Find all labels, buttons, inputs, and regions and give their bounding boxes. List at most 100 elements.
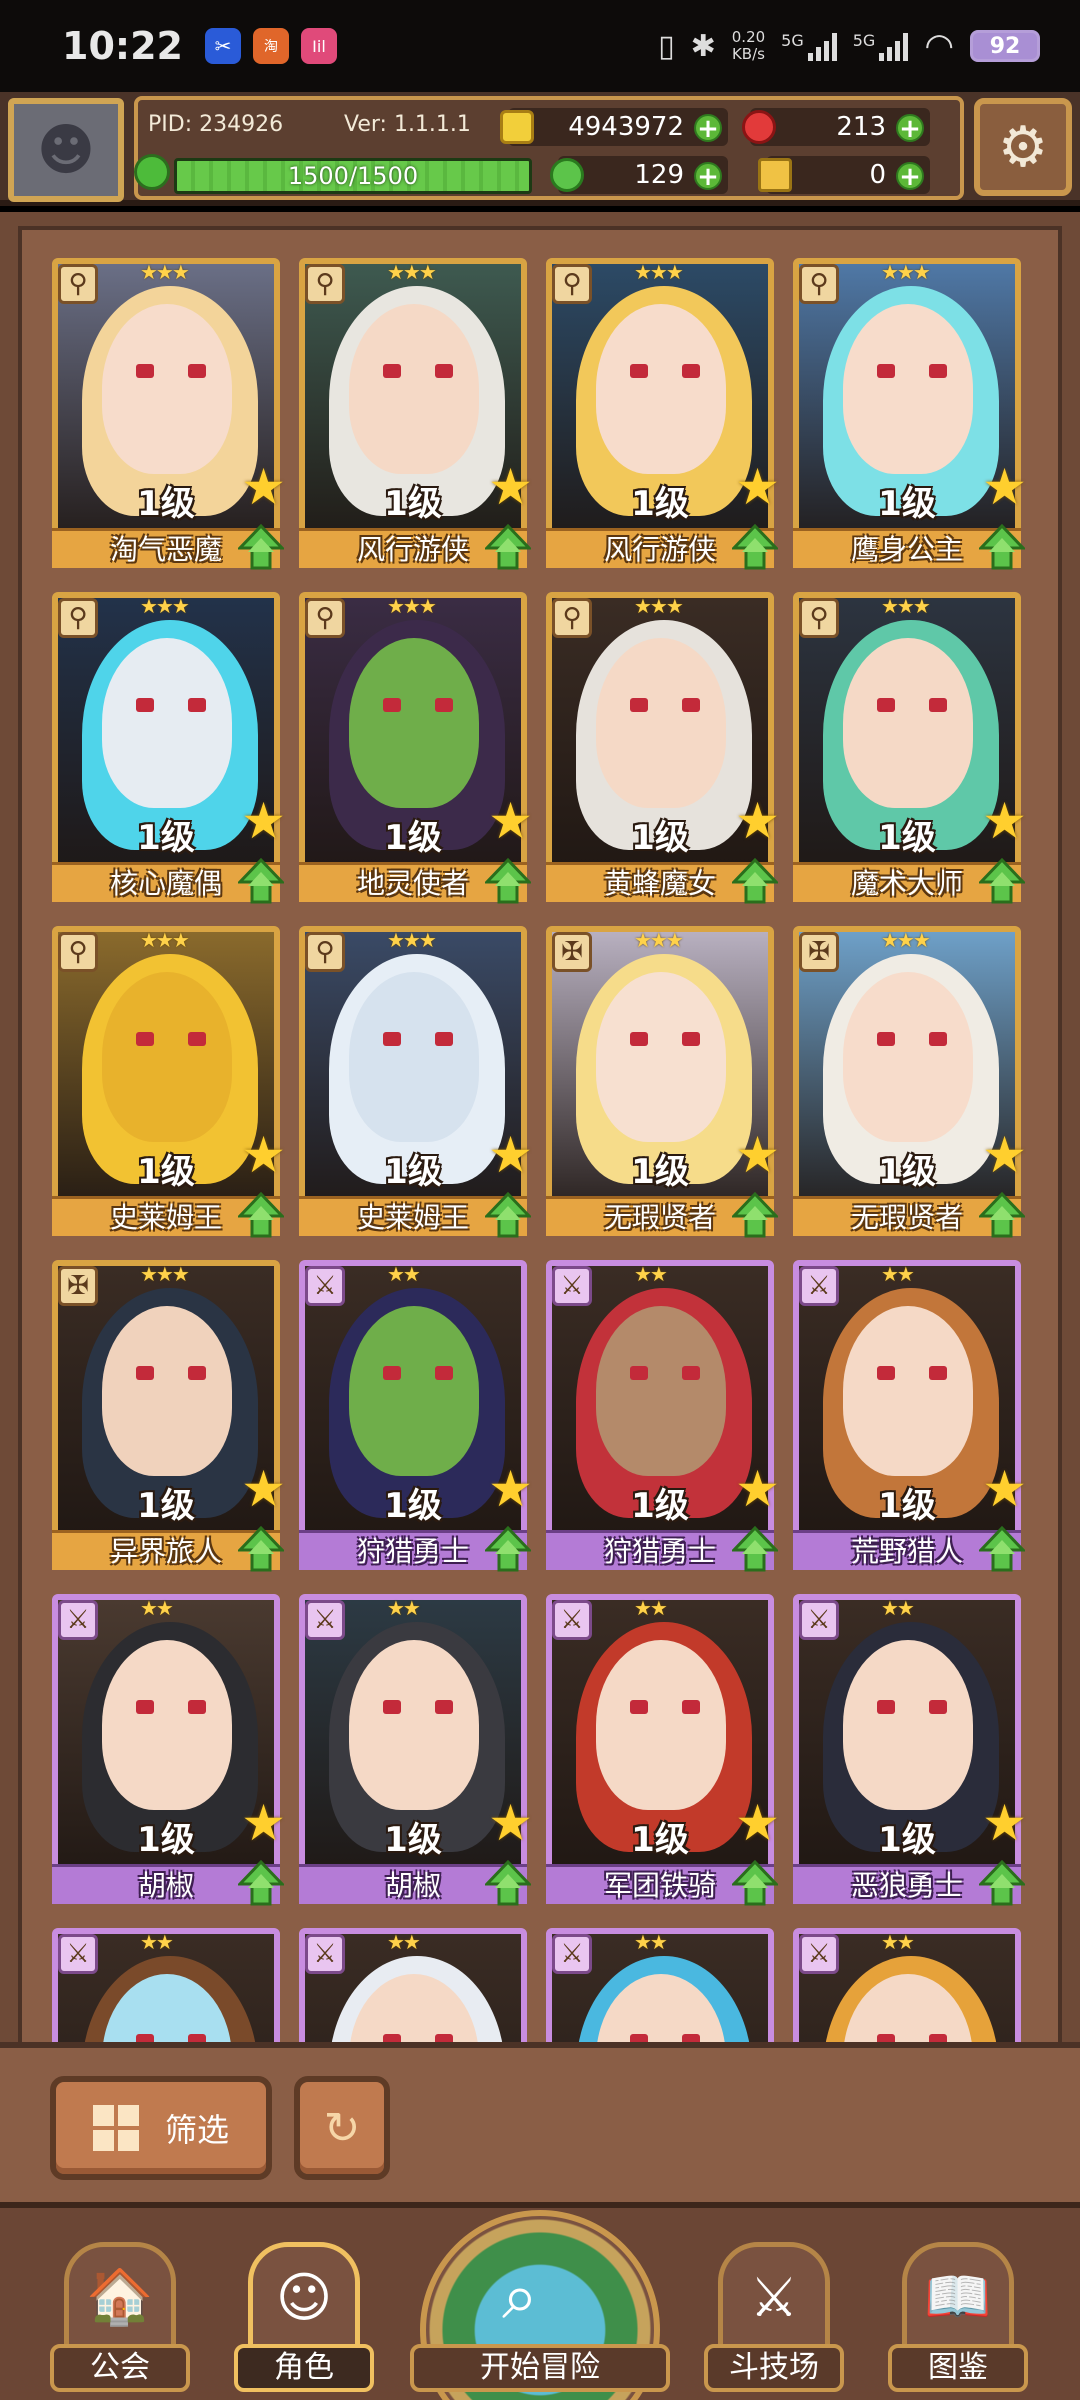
hero-card[interactable]: ⚲ ★★★ 1级 核心魔偶 ★ xyxy=(52,592,286,904)
reset-button[interactable]: ↻ xyxy=(294,2076,390,2180)
gold-coin-icon xyxy=(500,110,534,144)
hero-card[interactable]: ⚔ ★★ xyxy=(546,1928,774,2056)
class-sword-icon: ⚔ xyxy=(58,1934,98,1974)
hero-card[interactable]: ⚲ ★★★ 1级 史莱姆王 ★ xyxy=(299,926,533,1238)
star-upgrade-icon: ★ xyxy=(982,1126,1027,1184)
hero-card[interactable]: ⚲ ★★★ 1级 黄蜂魔女 ★ xyxy=(546,592,780,904)
level-up-arrow-icon xyxy=(238,1192,284,1238)
rarity-stars-icon: ★★ xyxy=(387,1930,421,1954)
hero-list-scroll[interactable]: ⚲ ★★★ 1级 淘气恶魔 ★ ⚲ ★★★ 1级 风行游侠 ★ ⚲ ★★★ 1级 风行游侠 ★ ⚲ ★★★ 1级鹰… xyxy=(18,226,1062,2056)
add-gold-button[interactable]: + xyxy=(694,114,722,142)
nav-arena[interactable]: ⚔ 斗技场 xyxy=(704,2242,844,2392)
class-wand-icon: ⚲ xyxy=(305,598,345,638)
class-staff-icon: ⚲ xyxy=(799,264,839,304)
net-speed: 0.20 KB/s xyxy=(731,28,766,63)
player-avatar[interactable]: ☻ xyxy=(8,98,124,202)
status-bar: 10:22 ✂ 淘 Iil ▯ ✱ 0.20 KB/s 5G 5G ◠ 92 xyxy=(0,0,1080,92)
class-sword-icon: ⚔ xyxy=(799,1600,839,1640)
nav-character[interactable]: ☺ 角色 xyxy=(234,2242,374,2392)
energy-label: 1500/1500 xyxy=(287,162,419,190)
star-upgrade-icon: ★ xyxy=(735,1794,780,1852)
settings-gear-button[interactable]: ⚙ xyxy=(974,98,1072,196)
hero-card[interactable]: ⚲ ★★★ 1级 鹰身公主 ★ xyxy=(793,258,1027,570)
gear-icon: ⚙ xyxy=(997,114,1049,180)
hero-card[interactable]: ⚔ ★★ 1级 荒野猎人 ★ xyxy=(793,1260,1027,1572)
signal-icon-2: 5G xyxy=(853,31,909,61)
hero-card[interactable]: ⚲ ★★★ 1级 风行游侠 ★ xyxy=(299,258,533,570)
wifi-icon: ◠ xyxy=(924,26,954,66)
level-up-arrow-icon xyxy=(732,1192,778,1238)
character-face-icon: ☺ xyxy=(248,2242,360,2352)
hero-board: ⚲ ★★★ 1级 淘气恶魔 ★ ⚲ ★★★ 1级 风行游侠 ★ ⚲ ★★★ 1级 风行游侠 ★ ⚲ ★★★ 1级鹰… xyxy=(0,212,1080,2056)
level-up-arrow-icon xyxy=(979,524,1025,570)
hero-card[interactable]: ✠ ★★★ 1级 无瑕贤者 ★ xyxy=(546,926,780,1238)
class-wand-icon: ⚲ xyxy=(58,932,98,972)
rarity-stars-icon: ★★ xyxy=(634,1596,668,1620)
rarity-stars-icon: ★★★ xyxy=(881,594,931,618)
crossed-swords-icon: ⚔ xyxy=(718,2242,830,2352)
hero-card[interactable]: ⚔ ★★ xyxy=(52,1928,280,2056)
hero-card[interactable]: ⚔ ★★ 1级 恶狼勇士 ★ xyxy=(793,1594,1027,1906)
hero-card[interactable]: ⚔ ★★ 1级 军团铁骑 ★ xyxy=(546,1594,780,1906)
hero-card[interactable]: ⚲ ★★★ 1级 风行游侠 ★ xyxy=(546,258,780,570)
class-sword-icon: ⚔ xyxy=(305,1934,345,1974)
player-info-panel: PID: 234926 Ver: 1.1.1.1 4943972 + 213 +… xyxy=(134,96,964,200)
rarity-stars-icon: ★★ xyxy=(881,1262,915,1286)
rarity-stars-icon: ★★ xyxy=(140,1596,174,1620)
star-upgrade-icon: ★ xyxy=(241,792,286,850)
level-up-arrow-icon xyxy=(732,1526,778,1572)
level-up-arrow-icon xyxy=(485,1860,531,1906)
energy-bar: 1500/1500 xyxy=(174,158,532,194)
level-up-arrow-icon xyxy=(979,1860,1025,1906)
hero-card[interactable]: ⚲ ★★★ 1级 淘气恶魔 ★ xyxy=(52,258,286,570)
hero-card[interactable]: ⚔ ★★ 1级 胡椒 ★ xyxy=(299,1594,533,1906)
class-cross-icon: ✠ xyxy=(58,1266,98,1306)
hero-card[interactable]: ✠ ★★★ 1级 无瑕贤者 ★ xyxy=(793,926,1027,1238)
star-upgrade-icon: ★ xyxy=(735,458,780,516)
gold-counter: 4943972 + xyxy=(500,108,728,146)
hero-card[interactable]: ⚔ ★★ 1级 狩猎勇士 ★ xyxy=(299,1260,533,1572)
class-wand-icon: ⚲ xyxy=(552,598,592,638)
battery-indicator: 92 xyxy=(970,30,1040,62)
clover-icon xyxy=(550,158,584,192)
app-icon-pink: Iil xyxy=(300,28,337,64)
add-clover-button[interactable]: + xyxy=(694,162,722,190)
hero-card[interactable]: ⚲ ★★★ 1级 史莱姆王 ★ xyxy=(52,926,286,1238)
star-upgrade-icon: ★ xyxy=(735,1460,780,1518)
star-upgrade-icon: ★ xyxy=(488,458,533,516)
hero-card[interactable]: ⚔ ★★ 1级 胡椒 ★ xyxy=(52,1594,286,1906)
star-upgrade-icon: ★ xyxy=(241,458,286,516)
nav-guild[interactable]: 🏠 公会 xyxy=(50,2242,190,2392)
class-sword-icon: ⚔ xyxy=(552,1266,592,1306)
hero-card[interactable]: ⚔ ★★ xyxy=(793,1928,1021,2056)
hero-card[interactable]: ⚔ ★★ xyxy=(299,1928,527,2056)
class-sword-icon: ⚔ xyxy=(552,1934,592,1974)
key-icon xyxy=(758,158,792,192)
filter-toolbar: 筛选 ↻ xyxy=(0,2042,1080,2202)
add-keys-button[interactable]: + xyxy=(896,162,924,190)
class-staff-icon: ⚲ xyxy=(58,264,98,304)
add-gems-button[interactable]: + xyxy=(896,114,924,142)
level-up-arrow-icon xyxy=(979,1526,1025,1572)
player-header: ☻ PID: 234926 Ver: 1.1.1.1 4943972 + 213… xyxy=(0,92,1080,206)
hero-card[interactable]: ✠ ★★★ 1级 异界旅人 ★ xyxy=(52,1260,286,1572)
refresh-icon: ↻ xyxy=(323,2102,361,2154)
class-wand-icon: ⚲ xyxy=(799,598,839,638)
filter-button[interactable]: 筛选 xyxy=(50,2076,272,2180)
level-up-arrow-icon xyxy=(979,1192,1025,1238)
magnifier-icon: ⌕ xyxy=(502,2260,538,2334)
rarity-stars-icon: ★★★ xyxy=(634,594,684,618)
star-upgrade-icon: ★ xyxy=(735,1126,780,1184)
star-upgrade-icon: ★ xyxy=(982,458,1027,516)
start-adventure-button[interactable]: ⌕ 开始冒险 xyxy=(410,2210,670,2400)
nav-codex[interactable]: 📖 图鉴 xyxy=(888,2242,1028,2392)
class-sword-icon: ⚔ xyxy=(799,1934,839,1974)
star-upgrade-icon: ★ xyxy=(488,1126,533,1184)
rarity-stars-icon: ★★ xyxy=(634,1930,668,1954)
vibrate-icon: ▯ xyxy=(658,28,675,64)
hero-card[interactable]: ⚔ ★★ 1级 狩猎勇士 ★ xyxy=(546,1260,780,1572)
rarity-stars-icon: ★★★ xyxy=(387,928,437,952)
hero-card[interactable]: ⚲ ★★★ 1级 魔术大师 ★ xyxy=(793,592,1027,904)
hero-card[interactable]: ⚲ ★★★ 1级 地灵使者 ★ xyxy=(299,592,533,904)
class-cross-icon: ✠ xyxy=(552,932,592,972)
